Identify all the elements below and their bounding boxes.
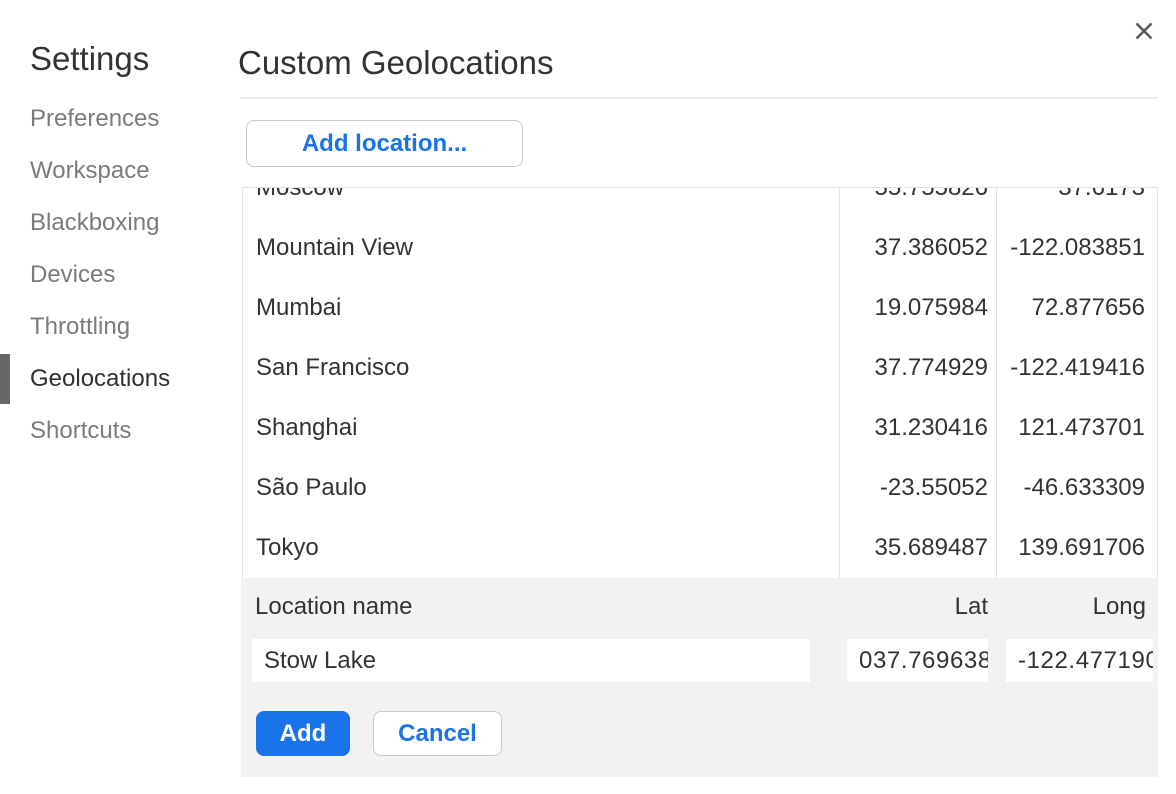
sidebar-item-label: Geolocations	[30, 365, 170, 392]
sidebar-item-shortcuts[interactable]: Shortcuts	[0, 405, 240, 457]
geolocation-lat: 35.689487	[839, 518, 996, 578]
sidebar-item-label: Shortcuts	[30, 417, 131, 444]
header-divider	[240, 97, 1158, 99]
sidebar-item-geolocations[interactable]: Geolocations	[0, 353, 240, 405]
sidebar-item-blackboxing[interactable]: Blackboxing	[0, 197, 240, 249]
sidebar-item-label: Devices	[30, 261, 115, 288]
add-location-editor: Location name Lat Long Add Cancel	[241, 578, 1158, 777]
editor-header-row: Location name Lat Long	[241, 592, 1158, 622]
settings-sidebar: Settings Preferences Workspace Blackboxing…	[0, 0, 240, 457]
sidebar-item-label: Preferences	[30, 105, 159, 132]
geolocation-name: Mumbai	[243, 278, 839, 338]
geolocation-row[interactable]: San Francisco 37.774929 -122.419416	[243, 338, 1157, 398]
geolocation-lat: 37.386052	[839, 218, 996, 278]
geolocation-lat: 55.755826	[839, 187, 996, 218]
geolocation-row[interactable]: Shanghai 31.230416 121.473701	[243, 398, 1157, 458]
geolocation-row[interactable]: Mountain View 37.386052 -122.083851	[243, 218, 1157, 278]
settings-title: Settings	[30, 40, 240, 78]
geolocation-lat: 31.230416	[839, 398, 996, 458]
long-header: Long	[996, 592, 1158, 622]
geolocation-row[interactable]: Mumbai 19.075984 72.877656	[243, 278, 1157, 338]
geolocation-row[interactable]: Tokyo 35.689487 139.691706	[243, 518, 1157, 578]
long-input[interactable]	[1006, 639, 1153, 682]
geolocation-name: São Paulo	[243, 458, 839, 518]
editor-buttons-row: Add Cancel	[256, 711, 1158, 756]
geolocation-name: Mountain View	[243, 218, 839, 278]
geolocation-long: 121.473701	[996, 398, 1157, 458]
editor-inputs-row	[241, 639, 1158, 682]
location-name-header: Location name	[241, 592, 839, 622]
sidebar-item-label: Throttling	[30, 313, 130, 340]
geolocation-lat: -23.55052	[839, 458, 996, 518]
location-name-input[interactable]	[252, 639, 810, 682]
geolocation-lat: 19.075984	[839, 278, 996, 338]
geolocation-name: Tokyo	[243, 518, 839, 578]
cancel-button[interactable]: Cancel	[373, 711, 502, 756]
geolocation-name: Shanghai	[243, 398, 839, 458]
geolocation-long: 72.877656	[996, 278, 1157, 338]
sidebar-item-preferences[interactable]: Preferences	[0, 93, 240, 145]
geolocation-long: -122.419416	[996, 338, 1157, 398]
add-location-button[interactable]: Add location...	[246, 120, 523, 167]
sidebar-item-devices[interactable]: Devices	[0, 249, 240, 301]
geolocation-long: -46.633309	[996, 458, 1157, 518]
geolocation-long: 139.691706	[996, 518, 1157, 578]
geolocation-lat: 37.774929	[839, 338, 996, 398]
geolocation-name: Moscow	[243, 187, 839, 218]
sidebar-item-label: Blackboxing	[30, 209, 159, 236]
sidebar-item-label: Workspace	[30, 157, 150, 184]
geolocation-long: 37.6173	[996, 187, 1157, 218]
geolocation-name: San Francisco	[243, 338, 839, 398]
add-button[interactable]: Add	[256, 711, 350, 756]
geolocation-row[interactable]: São Paulo -23.55052 -46.633309	[243, 458, 1157, 518]
settings-nav: Preferences Workspace Blackboxing Devices Th…	[0, 93, 240, 457]
geolocations-panel: Custom Geolocations Add location... Mosc…	[240, 0, 1176, 794]
lat-header: Lat	[839, 592, 996, 622]
geolocations-list[interactable]: Moscow 55.755826 37.6173 Mountain View 3…	[242, 187, 1158, 578]
sidebar-item-throttling[interactable]: Throttling	[0, 301, 240, 353]
lat-input[interactable]	[847, 639, 988, 682]
geolocation-long: -122.083851	[996, 218, 1157, 278]
page-title: Custom Geolocations	[238, 44, 553, 82]
sidebar-item-workspace[interactable]: Workspace	[0, 145, 240, 197]
geolocation-row[interactable]: Moscow 55.755826 37.6173	[243, 187, 1157, 218]
